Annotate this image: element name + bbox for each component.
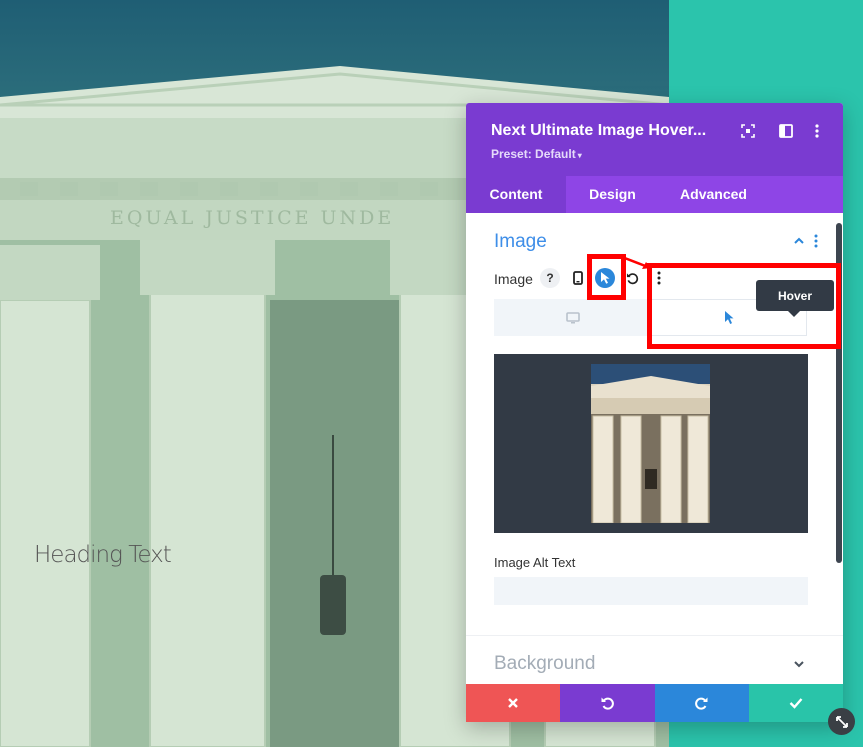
preset-selector[interactable]: Preset: Default ▾ (491, 147, 582, 161)
close-icon (508, 698, 518, 708)
undo-button[interactable] (560, 684, 655, 722)
section-divider (466, 635, 843, 636)
desktop-state-tab[interactable] (494, 299, 651, 336)
more-vertical-icon[interactable] (814, 234, 826, 250)
desktop-icon (565, 311, 580, 323)
undo-icon (601, 697, 615, 710)
caret-down-icon: ▾ (577, 151, 582, 160)
redo-icon (694, 697, 708, 710)
panel-footer (466, 684, 843, 722)
image-upload-preview[interactable] (494, 354, 808, 533)
focus-icon[interactable] (738, 121, 758, 141)
hover-tooltip: Hover (756, 280, 834, 311)
panel-title: Next Ultimate Image Hover... (491, 122, 707, 139)
cancel-button[interactable] (466, 684, 561, 722)
redo-button[interactable] (654, 684, 749, 722)
section-title-background[interactable]: Background (494, 653, 595, 675)
section-title-image[interactable]: Image (494, 231, 547, 253)
panel-header: Next Ultimate Image Hover... Preset: Def… (466, 103, 843, 176)
image-field-label: Image (494, 271, 533, 287)
help-icon[interactable]: ? (540, 268, 560, 288)
check-icon (789, 698, 803, 709)
chevron-down-icon[interactable] (792, 657, 808, 673)
phone-icon[interactable] (568, 268, 588, 288)
image-thumbnail (591, 364, 710, 523)
image-alt-text-label: Image Alt Text (494, 555, 576, 570)
tab-content[interactable]: Content (466, 176, 566, 213)
more-vertical-icon[interactable] (807, 121, 827, 141)
split-view-icon[interactable] (776, 121, 796, 141)
svg-text:EQUAL JUSTICE UNDE: EQUAL JUSTICE UNDE (110, 207, 394, 229)
tab-design[interactable]: Design (566, 176, 659, 213)
preset-label: Preset: Default (491, 147, 576, 161)
heading-text: Heading Text (34, 542, 172, 568)
panel-tabs: Content Design Advanced (466, 176, 843, 213)
chevron-up-icon[interactable] (792, 234, 808, 250)
module-settings-panel: Next Ultimate Image Hover... Preset: Def… (466, 103, 843, 722)
tab-advanced[interactable]: Advanced (659, 176, 768, 213)
resize-handle[interactable] (828, 708, 855, 735)
tooltip-tail (788, 311, 800, 317)
image-alt-text-input[interactable] (494, 577, 808, 605)
resize-icon (835, 715, 848, 728)
